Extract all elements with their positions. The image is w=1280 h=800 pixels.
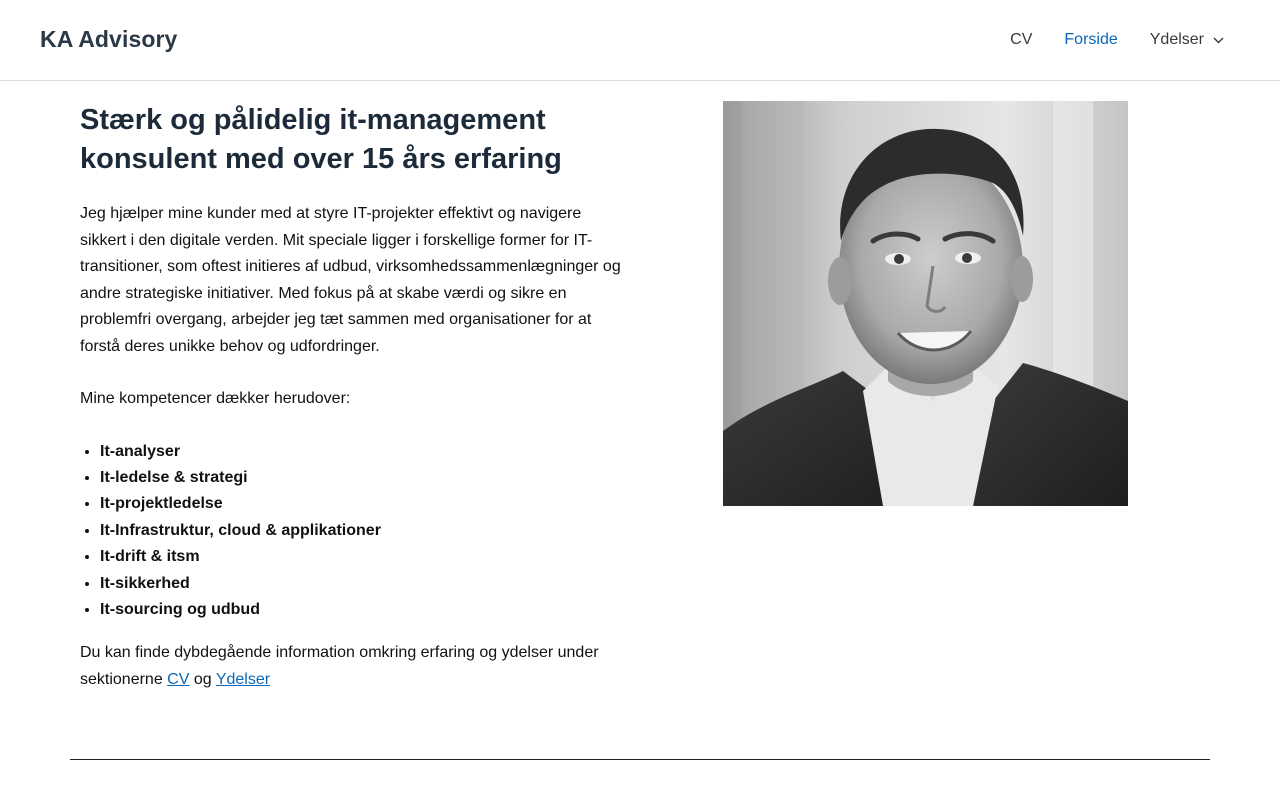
nav-item-ydelser[interactable]: Ydelser bbox=[1150, 30, 1224, 50]
nav-item-label: CV bbox=[1010, 31, 1033, 48]
list-item: It-sourcing og udbud bbox=[100, 597, 628, 623]
list-item: It-analyser bbox=[100, 439, 628, 465]
main-nav: CV Forside Ydelser bbox=[978, 30, 1224, 50]
footer-divider bbox=[70, 759, 1210, 760]
intro-paragraph: Jeg hjælper mine kunder med at styre IT-… bbox=[80, 205, 621, 355]
nav-item-label: Ydelser bbox=[1149, 31, 1204, 48]
nav-item-cv[interactable]: CV bbox=[1010, 30, 1032, 50]
cv-link[interactable]: CV bbox=[167, 671, 189, 688]
outro-paragraph: Du kan finde dybdegående information omk… bbox=[80, 640, 628, 693]
outro-join: og bbox=[189, 670, 216, 688]
portrait-image bbox=[723, 101, 1128, 506]
services-link[interactable]: Ydelser bbox=[216, 671, 270, 688]
list-item: It-sikkerhed bbox=[100, 571, 628, 597]
outro-text: Du kan finde dybdegående information omk… bbox=[80, 644, 599, 688]
competence-intro: Mine kompetencer dækker herudover: bbox=[80, 390, 351, 407]
page-title: Stærk og pålidelig it-management konsule… bbox=[80, 104, 562, 175]
list-item: It-ledelse & strategi bbox=[100, 465, 628, 491]
nav-item-forside[interactable]: Forside bbox=[1064, 30, 1117, 50]
site-logo[interactable]: KA Advisory bbox=[40, 26, 177, 53]
site-header: KA Advisory CV Forside Ydelser bbox=[0, 0, 1280, 81]
portrait-photo bbox=[723, 101, 1128, 506]
hero-content: Stærk og pålidelig it-management konsule… bbox=[80, 100, 628, 693]
chevron-down-icon[interactable] bbox=[1213, 37, 1224, 44]
list-item: It-projektledelse bbox=[100, 491, 628, 517]
list-item: It-drift & itsm bbox=[100, 544, 628, 570]
list-item: It-Infrastruktur, cloud & applikationer bbox=[100, 518, 628, 544]
nav-item-label: Forside bbox=[1064, 31, 1118, 48]
competence-list: It-analyser It-ledelse & strategi It-pro… bbox=[80, 439, 628, 624]
